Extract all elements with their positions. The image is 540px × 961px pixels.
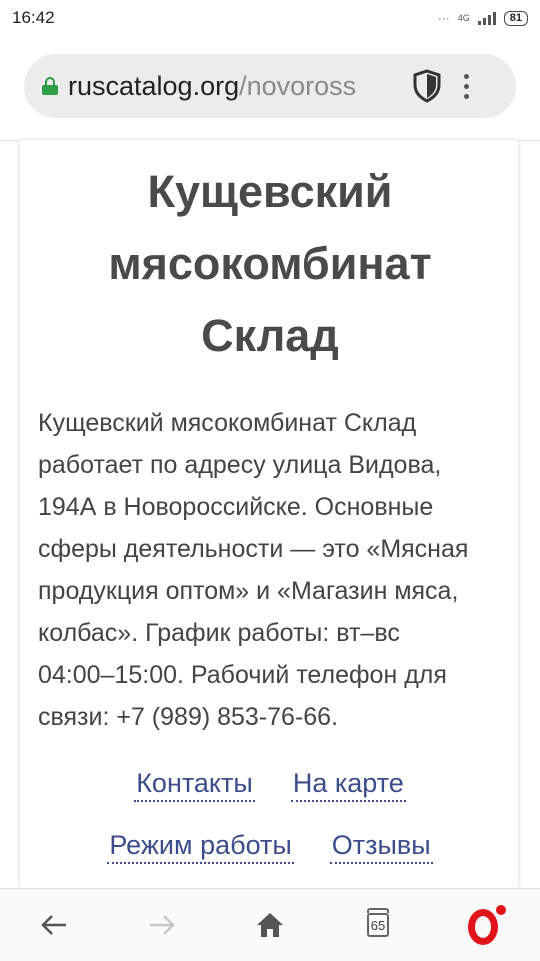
- status-indicators: ··· 4G 81: [437, 10, 528, 26]
- page-links: Контакты На карте Режим работы Отзывы: [0, 766, 540, 890]
- url-host: ruscatalog.org: [68, 70, 240, 101]
- link-row: Режим работы Отзывы: [0, 828, 540, 890]
- hours-link[interactable]: Режим работы: [107, 828, 294, 864]
- description-line: связи: +7 (989) 853-76-66.: [38, 703, 339, 731]
- home-icon: [257, 913, 283, 937]
- description-line: продукция оптом» и «Магазин мяса,: [38, 577, 459, 605]
- description-line: 194А в Новороссийске. Основные: [38, 493, 434, 521]
- description-line: работает по адресу улица Видова,: [38, 451, 442, 479]
- opera-logo-icon: [466, 905, 506, 945]
- browser-toolbar: ruscatalog.org/novoross: [0, 36, 540, 141]
- status-bar: 16:42 ··· 4G 81: [0, 0, 540, 36]
- home-button[interactable]: [240, 895, 300, 955]
- status-time: 16:42: [12, 8, 55, 27]
- page-title: Кущевский мясокомбинат Склад: [40, 156, 500, 372]
- network-type: 4G: [457, 13, 470, 23]
- link-row: Контакты На карте: [0, 766, 540, 828]
- opera-menu-button[interactable]: [456, 895, 516, 955]
- description-line: Кущевский мясокомбинат Склад: [38, 409, 417, 437]
- battery-indicator: 81: [503, 10, 528, 26]
- map-link[interactable]: На карте: [290, 766, 406, 802]
- description-line: сферы деятельности — это «Мясная: [38, 535, 469, 563]
- title-line: Склад: [201, 310, 339, 361]
- back-button[interactable]: [24, 895, 84, 955]
- title-line: Кущевский: [147, 166, 393, 217]
- reviews-link[interactable]: Отзывы: [329, 828, 433, 864]
- address-bar[interactable]: ruscatalog.org/novoross: [24, 54, 516, 118]
- forward-arrow-icon: [150, 915, 175, 935]
- lock-icon[interactable]: [42, 77, 58, 95]
- menu-icon[interactable]: [464, 73, 469, 99]
- company-description: Кущевский мясокомбинат Склад работает по…: [38, 402, 508, 738]
- tabs-button[interactable]: 65: [348, 895, 408, 955]
- signal-icon: [477, 11, 496, 25]
- bottom-navigation: 65: [0, 888, 540, 961]
- shield-icon[interactable]: [412, 69, 442, 103]
- tabs-icon: 65: [367, 908, 389, 937]
- alarm-dots-icon: ···: [437, 11, 450, 25]
- back-arrow-icon: [41, 915, 66, 935]
- url-text[interactable]: ruscatalog.org/novoross: [68, 71, 398, 102]
- url-path: /novoross: [239, 70, 357, 101]
- description-line: 04:00–15:00. Рабочий телефон для: [38, 661, 447, 689]
- contacts-link[interactable]: Контакты: [134, 766, 255, 802]
- title-line: мясокомбинат: [108, 238, 432, 289]
- description-line: колбас». График работы: вт–вс: [38, 619, 400, 647]
- forward-button[interactable]: [132, 895, 192, 955]
